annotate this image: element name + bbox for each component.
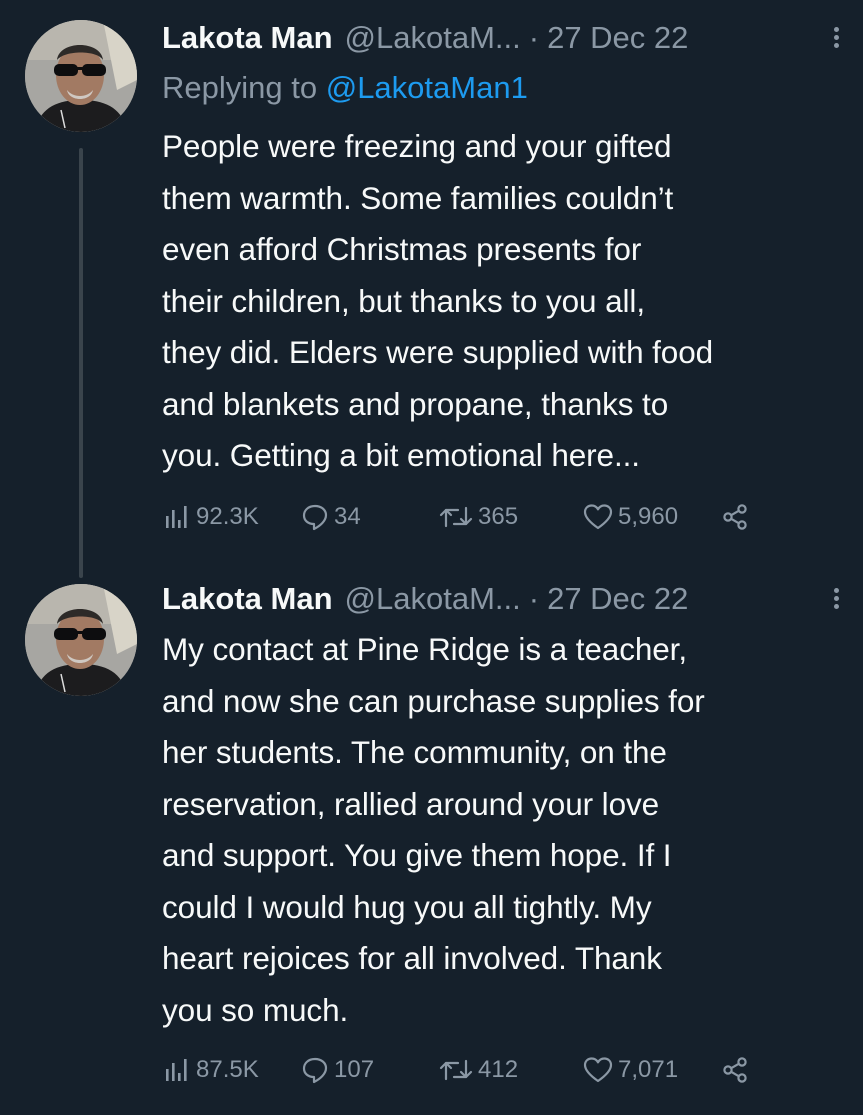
- retweet-action[interactable]: 412: [438, 1050, 518, 1090]
- retweet-icon: [439, 1059, 473, 1081]
- share-action[interactable]: [720, 1050, 750, 1090]
- thread-connector-line: [79, 148, 83, 578]
- reply-action[interactable]: 34: [300, 497, 361, 537]
- reply-icon: [302, 1057, 328, 1084]
- retweet-count: 412: [478, 1056, 519, 1083]
- replying-to: Replying to @LakotaMan1: [162, 70, 528, 106]
- tweet-text: People were freezing and your gifted the…: [162, 128, 714, 473]
- retweet-icon: [439, 506, 473, 528]
- like-action[interactable]: 7,071: [582, 1050, 678, 1090]
- author-name[interactable]: Lakota Man: [162, 20, 333, 56]
- retweet-count: 365: [478, 503, 519, 530]
- views-action[interactable]: 87.5K: [162, 1050, 259, 1090]
- views-icon: [166, 506, 187, 528]
- author-handle[interactable]: @LakotaM...: [345, 20, 521, 56]
- tweet-header: Lakota Man @LakotaM... · 27 Dec 22: [162, 16, 843, 60]
- reply-count: 34: [334, 503, 361, 530]
- replying-to-link[interactable]: @LakotaMan1: [326, 70, 528, 105]
- separator: ·: [528, 20, 540, 55]
- more-icon[interactable]: [829, 585, 843, 613]
- replying-to-label: Replying to: [162, 70, 326, 105]
- author-name[interactable]: Lakota Man: [162, 581, 333, 617]
- avatar[interactable]: [25, 20, 137, 132]
- retweet-action[interactable]: 365: [438, 497, 518, 537]
- heart-icon: [583, 504, 613, 530]
- tweet-text: My contact at Pine Ridge is a teacher, a…: [162, 631, 705, 1028]
- like-action[interactable]: 5,960: [582, 497, 678, 537]
- tweet-header: Lakota Man @LakotaM... · 27 Dec 22: [162, 577, 843, 621]
- views-count: 87.5K: [196, 1056, 259, 1083]
- like-count: 7,071: [618, 1056, 679, 1083]
- avatar[interactable]: [25, 584, 137, 696]
- more-icon[interactable]: [829, 24, 843, 52]
- tweet-date[interactable]: 27 Dec 22: [547, 581, 688, 617]
- reply-action[interactable]: 107: [300, 1050, 374, 1090]
- share-icon: [723, 504, 747, 530]
- views-count: 92.3K: [196, 503, 259, 530]
- share-icon: [723, 1057, 747, 1083]
- separator: ·: [528, 581, 540, 616]
- heart-icon: [583, 1057, 613, 1083]
- tweet-date[interactable]: 27 Dec 22: [547, 20, 688, 56]
- like-count: 5,960: [618, 503, 679, 530]
- views-icon: [166, 1059, 187, 1081]
- views-action[interactable]: 92.3K: [162, 497, 259, 537]
- share-action[interactable]: [720, 497, 750, 537]
- reply-icon: [302, 504, 328, 531]
- reply-count: 107: [334, 1056, 375, 1083]
- author-handle[interactable]: @LakotaM...: [345, 581, 521, 617]
